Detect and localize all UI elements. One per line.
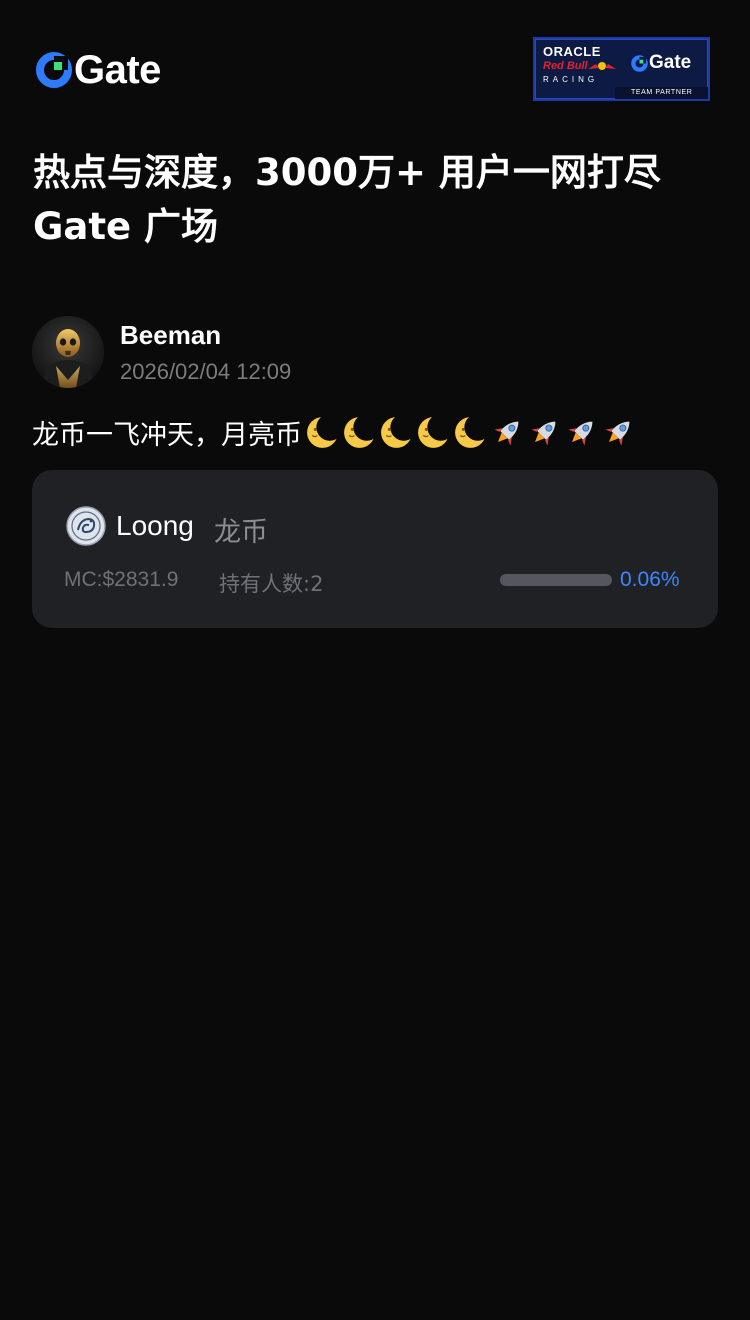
post-timestamp: 2026/02/04 12:09 — [120, 359, 292, 384]
headline-line-1: 热点与深度，3000万+ 用户一网打尽 — [33, 151, 661, 194]
logo-text: Gate — [74, 48, 161, 92]
progress-percent: 0.06% — [620, 568, 680, 591]
gate-logo-icon — [631, 54, 648, 72]
post-author: Beeman 2026/02/04 12:09 — [32, 316, 722, 388]
racing-text: RACING — [543, 75, 599, 84]
badge-gate-logo: Gate — [631, 51, 691, 75]
oracle-text: ORACLE — [543, 44, 601, 59]
page-headline: 热点与深度，3000万+ 用户一网打尽 Gate 广场 — [33, 146, 723, 254]
bonding-progress-bar — [500, 574, 612, 586]
rocket-emoji — [605, 421, 630, 446]
badge-gate-text: Gate — [649, 52, 692, 73]
rocket-emoji — [531, 421, 556, 446]
moon-emoji — [381, 413, 415, 448]
avatar[interactable] — [32, 316, 104, 388]
headline-line-2: Gate 广场 — [33, 205, 218, 248]
emoji-row — [304, 413, 637, 451]
holder-count: 持有人数:2 — [219, 572, 324, 596]
token-cn-name: 龙币 — [214, 517, 268, 548]
token-card[interactable]: Loong 龙币 MC:$2831.9 持有人数:2 0.06% — [32, 470, 718, 628]
rocket-emoji — [568, 421, 593, 446]
rocket-emoji — [494, 421, 519, 446]
bull-icon — [588, 62, 616, 70]
loong-token-icon — [66, 506, 106, 546]
author-name[interactable]: Beeman — [120, 320, 221, 351]
partner-badge: ORACLE Red Bull RACING Gate TEAM PARTNER — [533, 37, 710, 101]
market-cap: MC:$2831.9 — [64, 568, 179, 591]
gate-logo-icon — [36, 52, 72, 88]
post-content: 龙币一飞冲天，月亮币 — [32, 413, 637, 451]
redbull-text: Red Bull — [543, 60, 588, 72]
moon-emoji — [418, 413, 452, 448]
moon-emoji — [344, 413, 378, 448]
avatar-image — [32, 316, 104, 388]
team-partner-text: TEAM PARTNER — [631, 89, 693, 96]
moon-emoji — [307, 413, 341, 448]
post-text: 龙币一飞冲天，月亮币 — [32, 419, 302, 451]
moon-emoji — [455, 413, 489, 448]
header: Gate ORACLE Red Bull RACING Gate TEAM PA… — [0, 0, 750, 120]
token-name: Loong — [116, 510, 194, 541]
redbull-racing-logo: ORACLE Red Bull RACING — [543, 44, 623, 90]
gate-logo[interactable]: Gate — [36, 50, 161, 90]
